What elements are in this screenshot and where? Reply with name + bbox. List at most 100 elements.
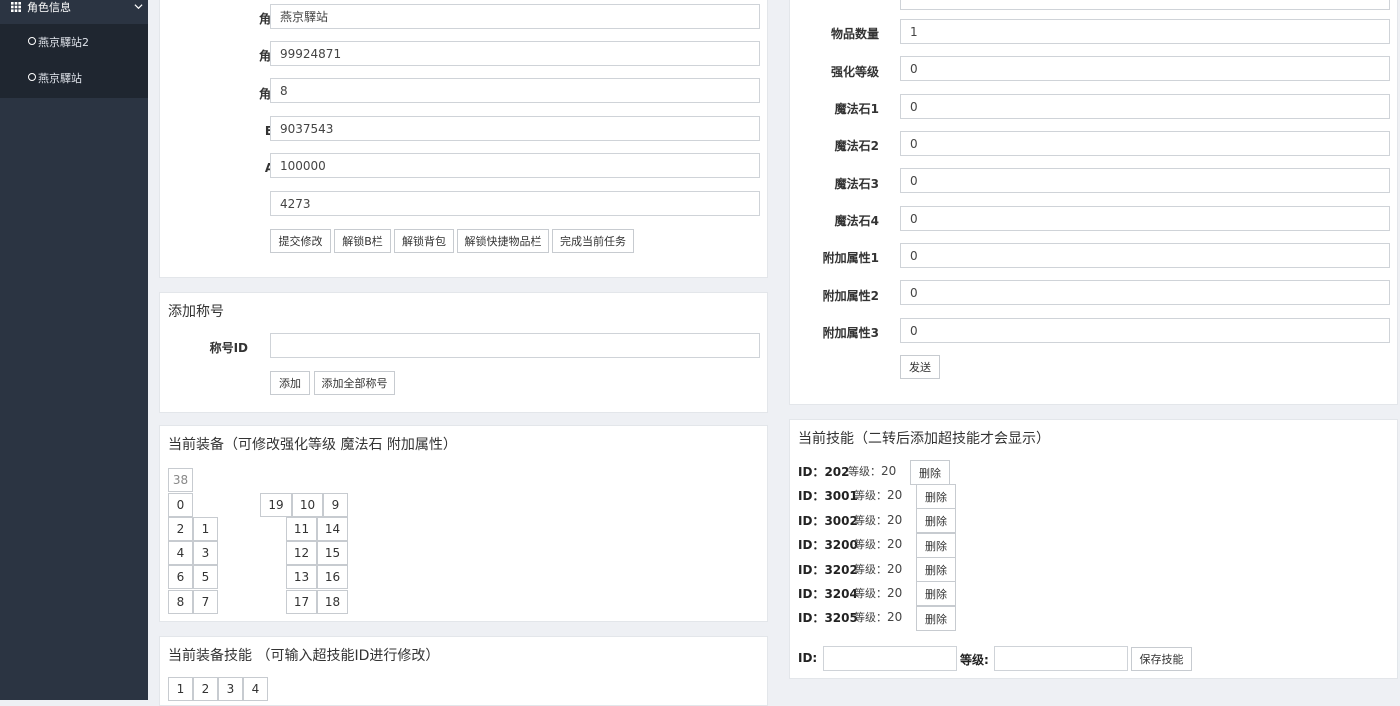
equip-slot-19[interactable]: 19: [260, 493, 292, 517]
panel-title: 当前装备技能 （可输入超技能ID进行修改）: [168, 648, 440, 664]
panel-title: 添加称号: [168, 304, 224, 320]
field-label-extra-attr-3: 附加属性3: [822, 326, 879, 340]
unlock-quick-items-button[interactable]: 解锁快捷物品栏: [457, 229, 549, 253]
current-skills-panel: 当前技能（二转后添加超技能才会显示） ID：202 等级：20 删除 ID：30…: [789, 419, 1398, 679]
add-title-panel: 添加称号 称号ID 添加 添加全部称号: [159, 292, 768, 413]
equip-slot-5[interactable]: 5: [193, 565, 218, 589]
equip-slot-16[interactable]: 16: [317, 565, 348, 589]
nickname-input[interactable]: [270, 4, 760, 29]
equip-slot-8[interactable]: 8: [168, 590, 193, 614]
skill-id: ID：202: [798, 465, 850, 479]
equip-slot-38[interactable]: 38: [168, 468, 193, 492]
equipped-skills-panel: 当前装备技能 （可输入超技能ID进行修改） 1 2 3 4: [159, 636, 768, 706]
skill-level: 等级：20: [854, 513, 903, 527]
skill-level: 等级：20: [854, 537, 903, 551]
sidebar-item-character-1[interactable]: 燕京驛站: [0, 64, 148, 94]
sidebar-submenu: 燕京驛站2 燕京驛站: [0, 24, 148, 98]
skill-id-label: ID:: [798, 651, 818, 665]
add-title-button[interactable]: 添加: [270, 371, 310, 395]
equip-skill-slot-4[interactable]: 4: [243, 677, 268, 701]
ap-input[interactable]: [270, 153, 760, 178]
extra-attr-3-input[interactable]: [900, 318, 1390, 343]
exp-input[interactable]: [270, 41, 760, 66]
field-label-extra-attr-2: 附加属性2: [822, 289, 879, 303]
skill-level-label: 等级:: [960, 653, 989, 667]
delete-skill-button[interactable]: 删除: [916, 533, 956, 558]
equip-slot-0[interactable]: 0: [168, 493, 193, 517]
equip-slot-17[interactable]: 17: [286, 590, 317, 614]
skill-level: 等级：20: [848, 464, 897, 478]
circle-icon: [28, 37, 36, 45]
add-all-titles-button[interactable]: 添加全部称号: [314, 371, 395, 395]
delete-skill-button[interactable]: 删除: [916, 484, 956, 509]
field-label-magic-stone-2: 魔法石2: [834, 139, 879, 153]
sidebar-item-label: 燕京驛站2: [38, 36, 89, 49]
equip-slot-7[interactable]: 7: [193, 590, 218, 614]
magic-stone-1-input[interactable]: [900, 94, 1390, 119]
equip-slot-2[interactable]: 2: [168, 517, 193, 541]
submit-changes-button[interactable]: 提交修改: [270, 229, 331, 253]
unlock-bag-button[interactable]: 解锁背包: [394, 229, 454, 253]
equip-slot-3[interactable]: 3: [193, 541, 218, 565]
equip-slot-6[interactable]: 6: [168, 565, 193, 589]
equip-slot-15[interactable]: 15: [317, 541, 348, 565]
sidebar-item-character-2[interactable]: 燕京驛站2: [0, 28, 148, 58]
equip-slot-12[interactable]: 12: [286, 541, 317, 565]
skill-level: 等级：20: [854, 562, 903, 576]
field-label-item-count: 物品数量: [830, 27, 879, 41]
delete-skill-button[interactable]: 删除: [910, 460, 950, 485]
delete-skill-button[interactable]: 删除: [916, 606, 956, 631]
equip-slot-13[interactable]: 13: [286, 565, 317, 589]
skill-id: ID：3205: [798, 611, 858, 625]
delete-skill-button[interactable]: 删除: [916, 557, 956, 582]
field-label-magic-stone-3: 魔法石3: [834, 177, 879, 191]
ed-input[interactable]: [270, 116, 760, 141]
character-panel: 角色昵称 角色经验 角色等级 ED数量 AP数量 疲劳值 提交修改 解锁B栏 解…: [159, 0, 768, 278]
field-label-magic-stone-4: 魔法石4: [834, 214, 879, 228]
equipment-panel: 当前装备（可修改强化等级 魔法石 附加属性） 38 0 19 10 9 2 1 …: [159, 425, 768, 622]
sidebar-menu-character-info[interactable]: 角色信息: [0, 0, 148, 24]
equip-slot-9[interactable]: 9: [323, 493, 348, 517]
skill-id: ID：3002: [798, 514, 858, 528]
skill-id: ID：3204: [798, 587, 858, 601]
skill-id-input[interactable]: [823, 646, 957, 671]
field-label-magic-stone-1: 魔法石1: [834, 102, 879, 116]
sidebar: 角色信息 燕京驛站2 燕京驛站: [0, 0, 148, 700]
chevron-down-icon[interactable]: [134, 2, 143, 11]
unlock-b-bar-button[interactable]: 解锁B栏: [334, 229, 391, 253]
sidebar-menu-label: 角色信息: [27, 1, 71, 14]
magic-stone-2-input[interactable]: [900, 131, 1390, 156]
enhance-level-input[interactable]: [900, 56, 1390, 81]
delete-skill-button[interactable]: 删除: [916, 508, 956, 533]
equip-skill-slot-2[interactable]: 2: [193, 677, 218, 701]
save-skill-button[interactable]: 保存技能: [1131, 647, 1192, 671]
item-top-input[interactable]: [900, 0, 1390, 10]
equip-slot-1[interactable]: 1: [193, 517, 218, 541]
panel-title: 当前装备（可修改强化等级 魔法石 附加属性）: [168, 437, 457, 453]
equip-skill-slot-3[interactable]: 3: [218, 677, 243, 701]
item-count-input[interactable]: [900, 19, 1390, 44]
fatigue-input[interactable]: [270, 191, 760, 216]
equip-slot-4[interactable]: 4: [168, 541, 193, 565]
level-input[interactable]: [270, 78, 760, 103]
title-id-label: 称号ID: [209, 341, 248, 355]
equip-slot-18[interactable]: 18: [317, 590, 348, 614]
equip-slot-14[interactable]: 14: [317, 517, 348, 541]
extra-attr-1-input[interactable]: [900, 243, 1390, 268]
send-button[interactable]: 发送: [900, 355, 940, 379]
magic-stone-3-input[interactable]: [900, 168, 1390, 193]
delete-skill-button[interactable]: 删除: [916, 581, 956, 606]
field-label-extra-attr-1: 附加属性1: [822, 251, 879, 265]
magic-stone-4-input[interactable]: [900, 206, 1390, 231]
equip-slot-10[interactable]: 10: [292, 493, 323, 517]
item-edit-panel: 物品数量 强化等级 魔法石1 魔法石2 魔法石3 魔法石4 附加属性1 附加属性…: [789, 0, 1398, 405]
circle-icon: [28, 73, 36, 81]
extra-attr-2-input[interactable]: [900, 280, 1390, 305]
equip-slot-11[interactable]: 11: [286, 517, 317, 541]
skill-id: ID：3202: [798, 563, 858, 577]
title-id-input[interactable]: [270, 333, 760, 358]
finish-quest-button[interactable]: 完成当前任务: [552, 229, 634, 253]
equip-skill-slot-1[interactable]: 1: [168, 677, 193, 701]
grid-icon: [11, 2, 21, 12]
skill-level-input[interactable]: [994, 646, 1128, 671]
